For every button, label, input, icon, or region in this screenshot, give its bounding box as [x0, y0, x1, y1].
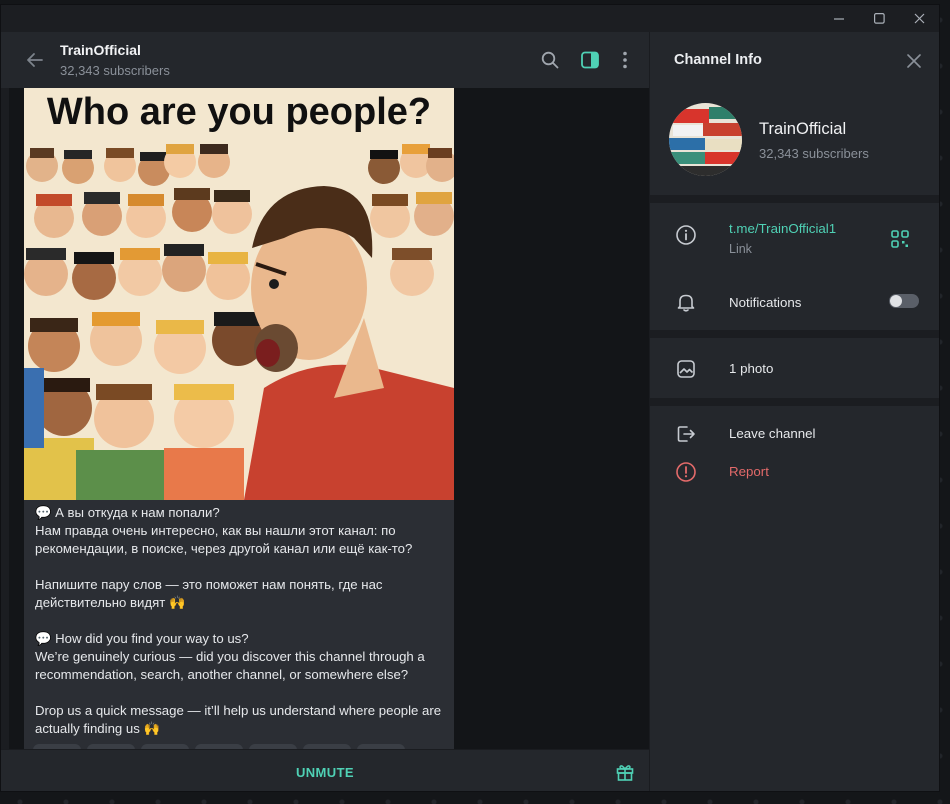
chat-subscribers: 32,343 subscribers: [60, 63, 170, 78]
report-icon: [676, 462, 696, 482]
report-button[interactable]: Report: [729, 464, 769, 479]
info-header-title: Channel Info: [674, 52, 762, 68]
sidebar-toggle-icon[interactable]: [580, 50, 600, 70]
minimize-button[interactable]: [819, 5, 859, 32]
channel-post[interactable]: Who are you people? 💬 А вы откуда к нам …: [24, 88, 454, 749]
chat-footer: UNMUTE: [1, 749, 649, 791]
channel-subscribers: 32,343 subscribers: [759, 146, 869, 161]
divider: [650, 398, 939, 406]
unmute-button[interactable]: UNMUTE: [1, 750, 649, 791]
toggle-knob: [890, 295, 902, 307]
photos-link[interactable]: 1 photo: [729, 361, 773, 376]
channel-link[interactable]: t.me/TrainOfficial1: [729, 221, 836, 236]
channel-link-caption: Link: [729, 242, 752, 256]
info-header: Channel Info: [650, 32, 939, 88]
notifications-label: Notifications: [729, 295, 802, 310]
gift-icon[interactable]: [615, 762, 635, 782]
channel-name: TrainOfficial: [759, 120, 847, 138]
divider: [650, 195, 939, 203]
title-bar: [1, 5, 939, 32]
app-window: TrainOfficial 32,343 subscribers Who are…: [0, 4, 940, 792]
channel-info-panel: Channel Info TrainOfficial 32,343 subscr…: [649, 32, 939, 791]
qr-code-icon[interactable]: [891, 230, 909, 248]
post-image[interactable]: Who are you people?: [24, 88, 454, 500]
photo-icon: [677, 360, 695, 378]
divider: [650, 330, 939, 338]
message-list[interactable]: Who are you people? 💬 А вы откуда к нам …: [9, 88, 649, 749]
leave-channel-button[interactable]: Leave channel: [729, 426, 816, 441]
close-icon: [914, 13, 924, 24]
bell-icon: [677, 294, 695, 312]
image-caption: Who are you people?: [47, 91, 431, 133]
chat-header: TrainOfficial 32,343 subscribers: [1, 32, 649, 88]
minimize-icon: [833, 18, 844, 20]
search-icon[interactable]: [540, 50, 560, 70]
post-text: 💬 А вы откуда к нам попали? Нам правда о…: [35, 505, 442, 736]
chat-panel: TrainOfficial 32,343 subscribers Who are…: [1, 32, 649, 791]
maximize-button[interactable]: [859, 5, 899, 32]
maximize-icon: [873, 13, 885, 24]
close-icon[interactable]: [907, 54, 921, 68]
train-collage-image: [669, 103, 742, 176]
chat-title[interactable]: TrainOfficial: [60, 42, 141, 58]
window-close-button[interactable]: [899, 5, 939, 32]
notifications-toggle[interactable]: [889, 294, 919, 308]
more-vertical-icon[interactable]: [615, 50, 635, 70]
leave-icon: [677, 426, 695, 442]
channel-avatar[interactable]: [669, 103, 742, 176]
back-arrow-icon[interactable]: [25, 50, 45, 70]
info-icon: [676, 225, 696, 245]
crowd-illustration: Who are you people?: [24, 88, 454, 500]
